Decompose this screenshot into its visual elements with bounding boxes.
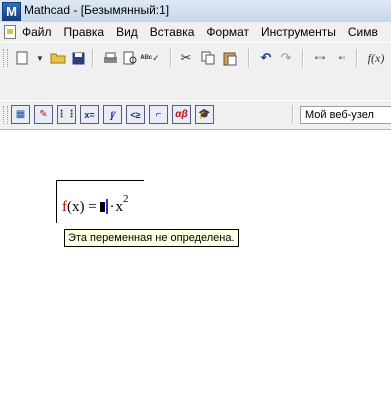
insert-function-icon[interactable]: f(x) [362,48,390,68]
save-icon[interactable] [68,48,88,68]
redo-icon: ↷ [280,50,292,65]
calculator-palette-icon[interactable]: ▦ [11,105,30,124]
toolbar-gap [0,73,391,100]
standard-toolbar: ▼ ᴬᴮᶜ✓ ✂ ↶ ↷ ▪▫▪ ▪▫ f(x) [0,42,391,74]
menu-view[interactable]: Вид [116,25,138,39]
mathcad-logo-icon: M [2,2,21,21]
error-tooltip: Эта переменная не определена. [64,229,239,247]
new-dropdown-arrow-icon[interactable]: ▼ [30,48,50,68]
menu-tools[interactable]: Инструменты [261,25,336,39]
menu-bar: Файл Правка Вид Вставка Формат Инструмен… [0,22,391,42]
multiply-dot: · [109,199,115,215]
graph-palette-icon[interactable]: ✎ [34,105,53,124]
menu-format[interactable]: Формат [206,25,249,39]
align-down-icon[interactable]: ▪▫ [332,48,352,68]
menu-symbolics[interactable]: Симв [348,25,378,39]
variable-x: x [115,199,123,215]
menu-edit[interactable]: Правка [64,25,105,39]
placeholder-box[interactable] [100,202,106,212]
menu-file[interactable]: Файл [22,25,52,39]
document-icon[interactable] [4,25,16,39]
align-top-icon[interactable]: ▪▫▪ [310,48,330,68]
spell-check-icon[interactable]: ᴬᴮᶜ✓ [140,48,160,68]
exponent: 2 [122,193,129,205]
programming-palette-icon[interactable]: ⌐ [149,105,168,124]
web-dropdown[interactable]: Мой веб-узел [300,106,391,124]
undo-icon[interactable]: ↶ [256,48,276,68]
greek-palette-icon[interactable]: αβ [172,105,191,124]
paste-icon[interactable] [220,48,240,68]
function-argument: (x) [67,199,85,215]
toolbar-grip[interactable] [3,49,8,67]
boolean-palette-icon[interactable]: <≥ [126,105,145,124]
symbolic-palette-icon[interactable]: 🎓 [195,105,214,124]
matrix-palette-icon[interactable]: ⋮⋮ [57,105,77,124]
edit-cursor [106,199,109,214]
calculus-palette-icon[interactable]: ∫⁄ [103,105,122,124]
new-icon[interactable] [12,48,32,68]
math-expression[interactable]: f(x) = ·x2 [62,193,128,216]
window-title: Mathcad - [Безымянный:1] [24,3,170,17]
worksheet[interactable]: f(x) = ·x2 Эта переменная не определена. [0,129,391,401]
toolbar-grip[interactable] [3,106,8,124]
equals-sign: = [88,199,97,215]
cut-icon[interactable]: ✂ [176,48,196,68]
open-icon[interactable] [48,48,68,68]
print-icon[interactable] [100,48,120,68]
title-bar: M Mathcad - [Безымянный:1] [0,0,391,23]
copy-icon[interactable] [198,48,218,68]
print-preview-icon[interactable] [120,48,140,68]
evaluation-palette-icon[interactable]: x= [80,105,99,124]
math-palette-toolbar: ▦ ✎ ⋮⋮ x= ∫⁄ <≥ ⌐ αβ 🎓 Мой веб-узел [0,100,391,130]
menu-insert[interactable]: Вставка [150,25,195,39]
